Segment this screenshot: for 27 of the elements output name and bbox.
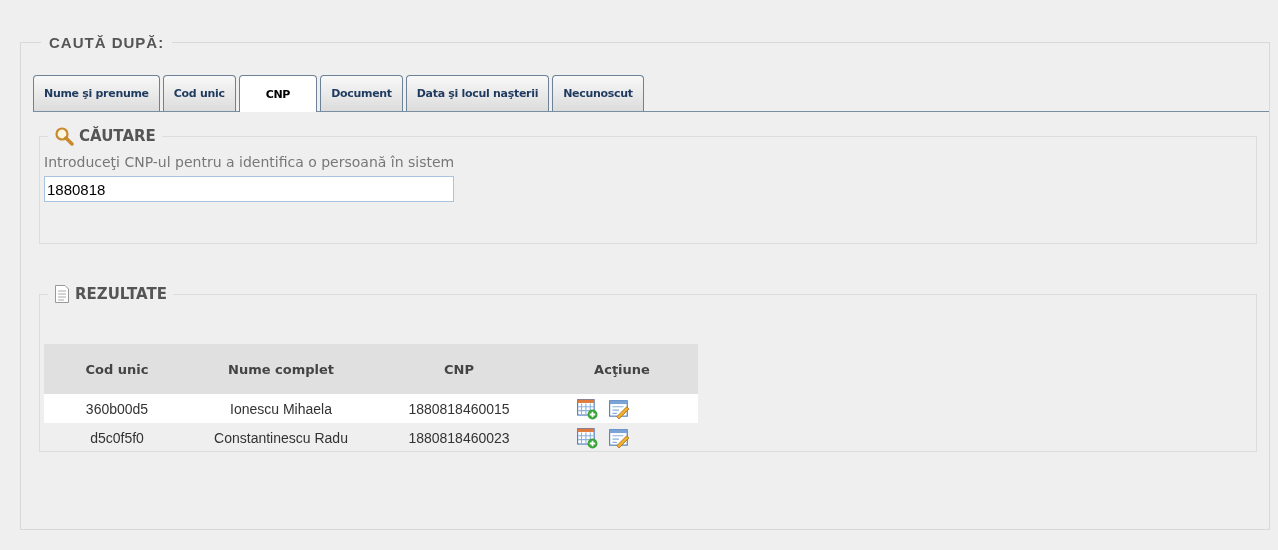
search-icon (54, 126, 74, 146)
edit-icon[interactable] (607, 397, 630, 420)
table-cell: d5c0f5f0 (44, 423, 190, 452)
edit-icon[interactable] (607, 426, 630, 449)
tab[interactable]: CNP (238, 75, 318, 112)
table-cell: 1880818460023 (372, 423, 546, 452)
column-header: CNP (372, 344, 546, 394)
column-header: Cod unic (44, 344, 190, 394)
table-cell: 1880818460015 (372, 394, 546, 423)
panel-title: CAUTĂ DUPĂ: (48, 34, 166, 51)
table-add-icon[interactable] (576, 397, 598, 420)
table-cell: 360b00d5 (44, 394, 190, 423)
tab[interactable]: Nume şi prenume (33, 75, 160, 111)
table-add-icon[interactable] (576, 426, 598, 449)
column-header: Nume complet (190, 344, 372, 394)
cnp-input-field[interactable]: 1880818 (44, 176, 454, 202)
section-title: CĂUTARE (79, 127, 156, 145)
document-icon (54, 284, 70, 304)
table-cell: Constantinescu Radu (190, 423, 372, 452)
tab[interactable]: Cod unic (162, 75, 236, 111)
table-cell: Ionescu Mihaela (190, 394, 372, 423)
column-header: Acţiune (546, 344, 698, 394)
tab[interactable]: Necunoscut (552, 75, 644, 111)
instruction-text: Introduceţi CNP-ul pentru a identifica o persoană în sistem (44, 154, 456, 170)
tab[interactable]: Document (320, 75, 403, 111)
tab[interactable]: Data şi locul naşterii (405, 75, 550, 111)
section-title: REZULTATE (75, 285, 167, 303)
